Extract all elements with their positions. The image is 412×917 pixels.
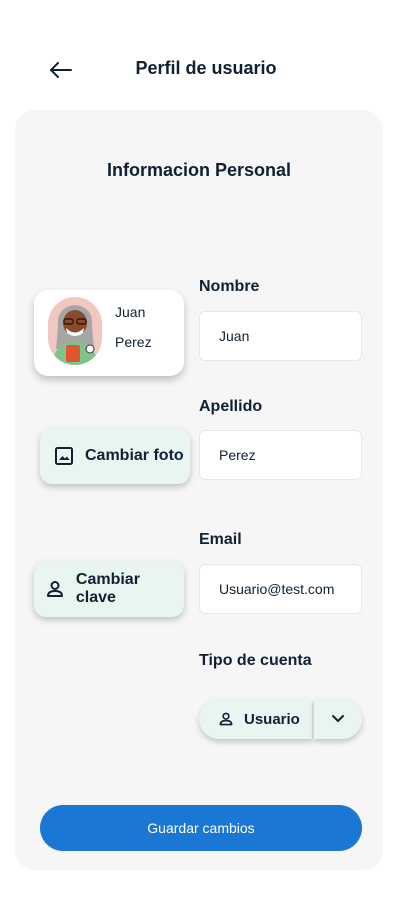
account-type-value-button[interactable]: Usuario [199, 699, 312, 739]
account-type-value: Usuario [244, 710, 300, 728]
page-title-text: Perfil de usuario [135, 58, 277, 78]
apellido-input[interactable] [199, 430, 362, 480]
section-title: Informacion Personal [106, 160, 292, 180]
nombre-input[interactable] [199, 311, 362, 361]
chevron-down-icon [331, 710, 345, 728]
change-photo-button[interactable]: Cambiar foto [40, 428, 190, 484]
person-icon [44, 578, 66, 600]
profile-first-name: Juan [115, 304, 146, 320]
account-type-label: Tipo de cuenta [199, 652, 312, 669]
profile-last-name: Perez [115, 334, 152, 350]
save-changes-button[interactable]: Guardar cambios [40, 805, 362, 851]
page-title: Perfil de usuario [0, 58, 412, 79]
change-photo-label: Cambiar foto [85, 447, 184, 464]
nombre-label: Nombre [199, 278, 260, 295]
apellido-label: Apellido [199, 398, 263, 415]
email-label: Email [199, 531, 242, 548]
person-icon [217, 710, 235, 728]
account-type-select: Usuario [199, 699, 362, 739]
change-password-button[interactable]: Cambiar clave [34, 561, 184, 617]
profile-card-container: Informacion Personal Juan Perez Cambiar … [15, 110, 383, 870]
email-input[interactable] [199, 564, 362, 614]
profile-summary-card: Juan Perez [34, 290, 184, 376]
account-type-dropdown-toggle[interactable] [314, 699, 362, 739]
change-password-label: Cambiar clave [75, 571, 140, 606]
avatar [48, 297, 102, 365]
image-icon [53, 445, 75, 467]
